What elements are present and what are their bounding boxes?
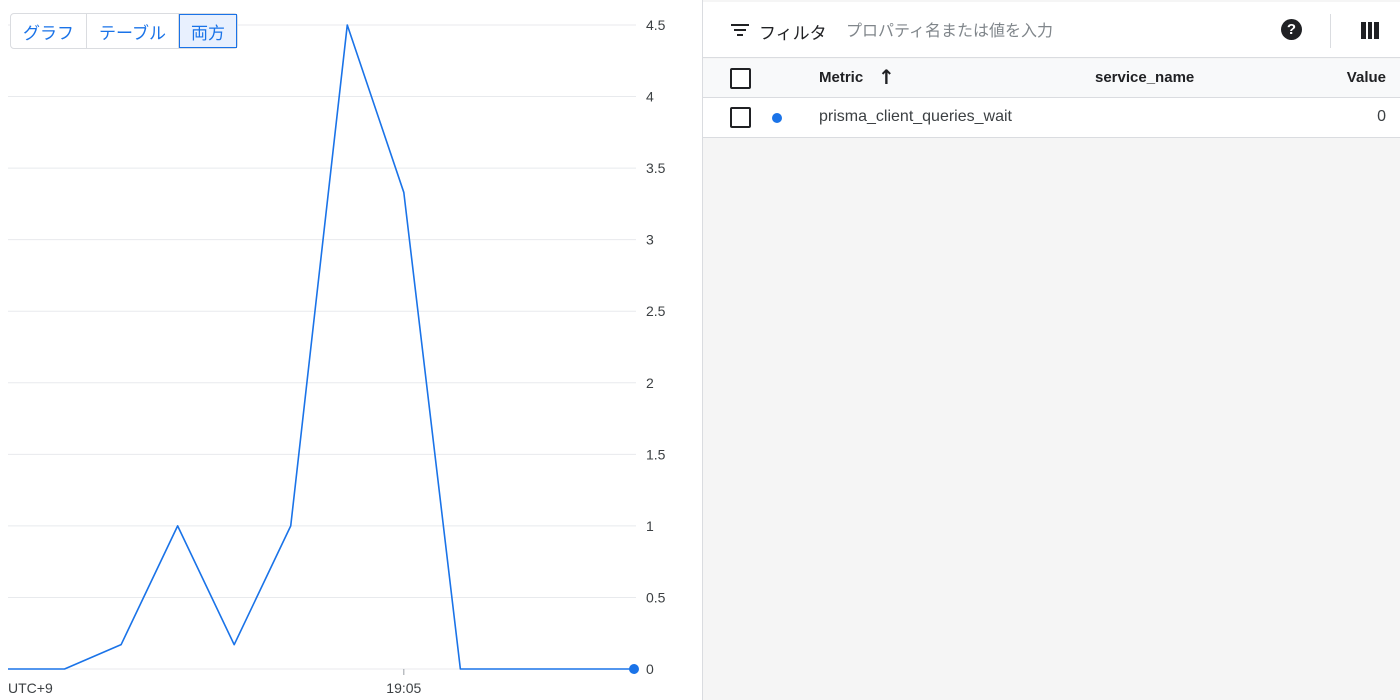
y-tick-label: 0.5 (646, 589, 666, 605)
table-header: Metric ↑ service_name Value (703, 59, 1400, 98)
filter-icon[interactable] (731, 22, 749, 38)
series-layer (8, 24, 639, 674)
view-toggle: グラフ テーブル 両方 (10, 13, 238, 49)
y-tick-label: 3 (646, 232, 654, 248)
y-tick-label: 2.5 (646, 303, 666, 319)
y-tick-label: 1.5 (646, 446, 666, 462)
select-all-checkbox[interactable] (730, 68, 751, 89)
columns-icon[interactable] (1361, 22, 1380, 39)
sort-ascending-icon[interactable]: ↑ (878, 65, 895, 89)
x-tick-label: 19:05 (386, 680, 421, 696)
column-header-value[interactable]: Value (1347, 69, 1386, 86)
series-line[interactable] (8, 24, 630, 670)
row-checkbox[interactable] (730, 107, 751, 128)
column-header-service-name[interactable]: service_name (1095, 69, 1194, 86)
series-end-point[interactable] (629, 664, 639, 674)
chart-pane: グラフ テーブル 両方 0 0.5 1 1.5 2 2.5 3 3.5 4 4.5 UTC+9 19… (0, 0, 702, 700)
help-icon[interactable]: ? (1281, 19, 1302, 40)
toolbar-divider (1330, 14, 1331, 48)
filter-label[interactable]: フィルタ (759, 19, 827, 44)
row-metric: prisma_client_queries_wait (819, 108, 1012, 125)
x-tick-labels: UTC+9 19:05 (8, 669, 422, 696)
column-header-metric[interactable]: Metric (819, 69, 863, 86)
view-table-button[interactable]: テーブル (87, 14, 179, 48)
filter-bar: フィルタ ? (703, 2, 1400, 58)
timezone-label: UTC+9 (8, 680, 53, 696)
line-chart[interactable]: 0 0.5 1 1.5 2 2.5 3 3.5 4 4.5 UTC+9 19:05 (0, 0, 702, 700)
filter-input[interactable] (846, 16, 1266, 44)
view-both-button[interactable]: 両方 (178, 14, 237, 48)
y-tick-label: 1 (646, 518, 654, 534)
grid-lines (8, 24, 636, 670)
series-color-dot (772, 113, 782, 123)
y-tick-label: 3.5 (646, 160, 666, 176)
table-row[interactable]: prisma_client_queries_wait 0 (703, 98, 1400, 138)
y-tick-label: 2 (646, 375, 654, 391)
y-tick-label: 0 (646, 661, 654, 677)
y-tick-label: 4.5 (646, 17, 666, 33)
y-tick-label: 4 (646, 89, 654, 105)
y-tick-labels: 0 0.5 1 1.5 2 2.5 3 3.5 4 4.5 (646, 17, 666, 677)
view-graph-button[interactable]: グラフ (11, 14, 87, 48)
table-pane: フィルタ ? Metric ↑ service_name Value prism… (703, 0, 1400, 700)
row-value: 0 (1377, 108, 1386, 125)
